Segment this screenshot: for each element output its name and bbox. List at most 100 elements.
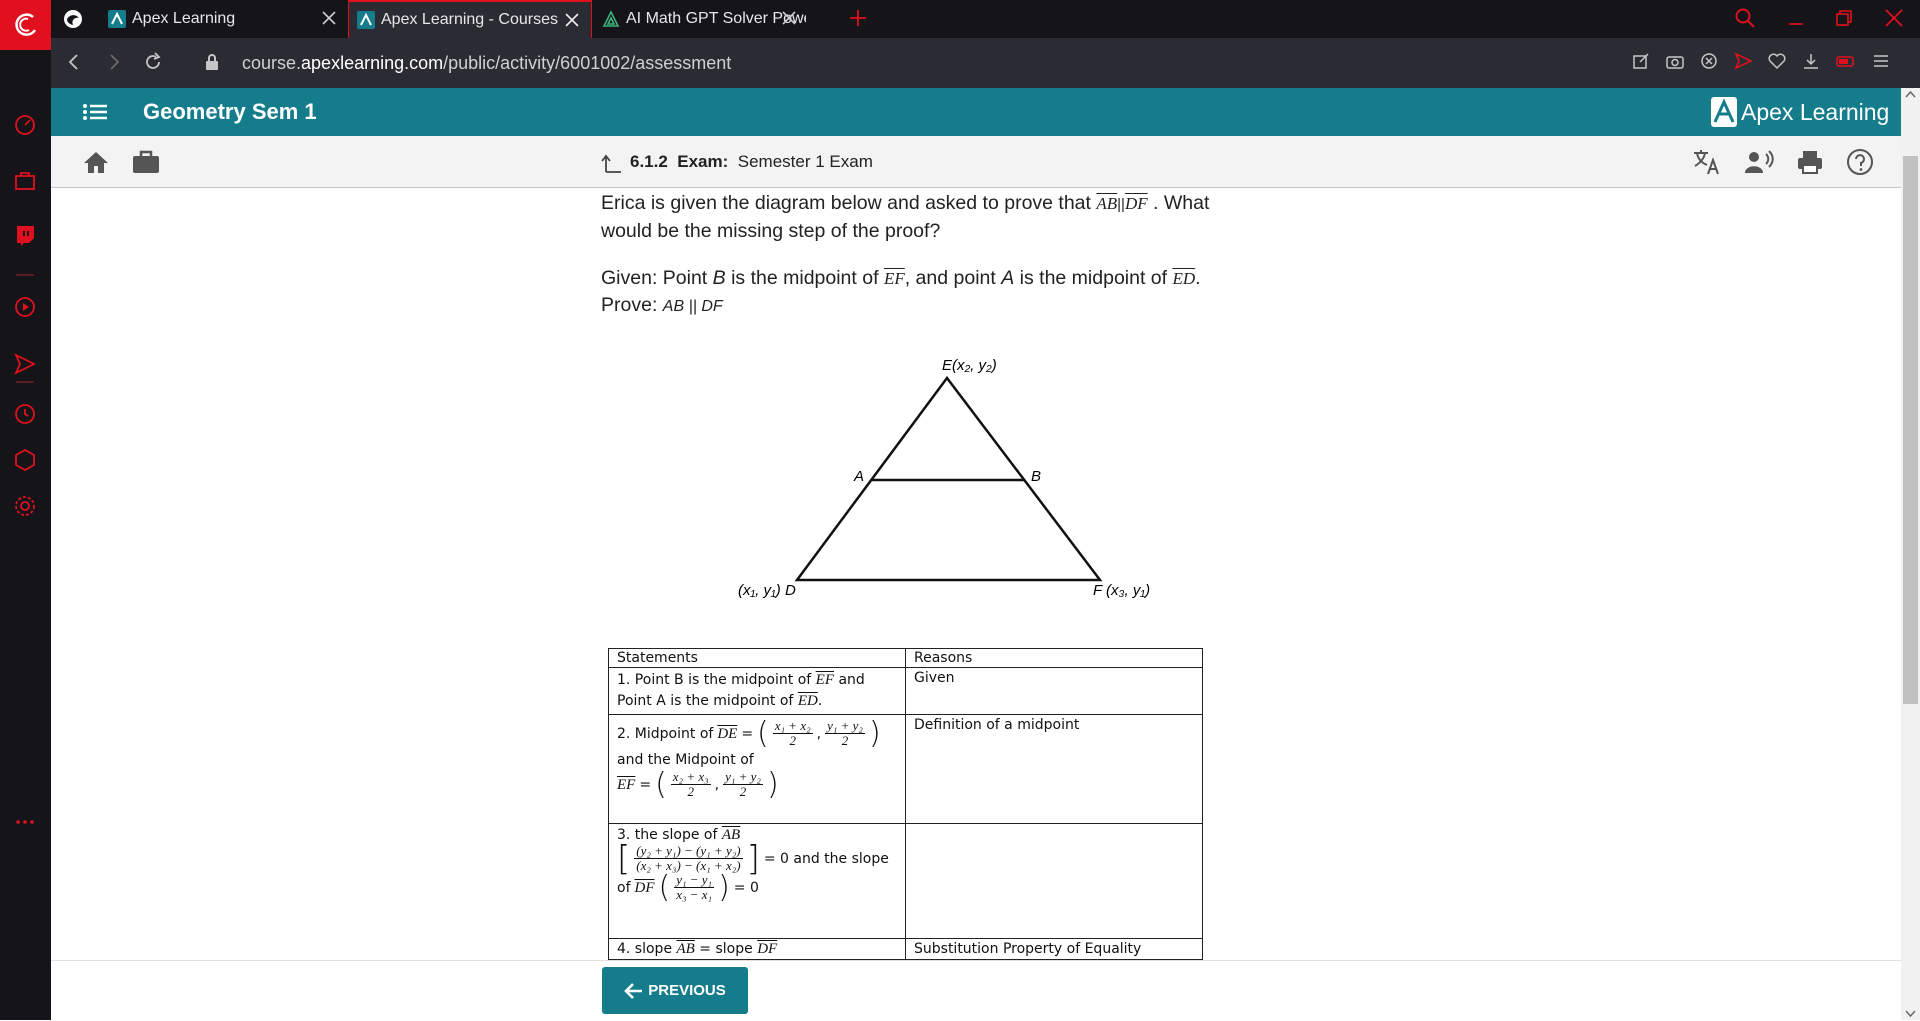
close-tab-icon[interactable] [320, 9, 338, 27]
up-level-icon[interactable] [600, 152, 622, 174]
speed-dial-icon[interactable] [13, 113, 37, 137]
midpoint-ef: EF = ( x₂ + x₃ 2, y₁ + y₂ 2 ) [617, 766, 779, 802]
statement-text: = slope [699, 941, 753, 957]
statement-text: = 0 and the slope [763, 850, 889, 867]
bracket-open: [ [617, 838, 631, 879]
opera-icon [14, 13, 36, 36]
close-tab-icon[interactable] [780, 9, 798, 27]
snap-icon[interactable] [1632, 52, 1650, 70]
more-icon[interactable] [13, 810, 37, 834]
table-row: 3. the slope of AB [ (y₂ + y₁) − (y₁ + y… [608, 823, 1203, 939]
search-tabs-button[interactable] [1734, 7, 1756, 34]
denominator: 2 [789, 733, 796, 748]
heart-icon[interactable] [1768, 52, 1786, 70]
denominator: 2 [841, 733, 849, 748]
url-path: /public/activity/6001002/assessment [443, 53, 732, 73]
paren-close: ) [868, 715, 881, 751]
scrollbar-thumb[interactable] [1903, 156, 1918, 704]
tab-apex-learning-courses[interactable]: Apex Learning - Courses [348, 0, 592, 38]
close-tab-icon[interactable] [563, 11, 581, 29]
apex-favicon-icon [357, 11, 375, 29]
tab-label: AI Math GPT Solver Powere [626, 10, 806, 27]
workspace-icon[interactable] [62, 8, 84, 30]
restore-button[interactable] [1834, 8, 1854, 33]
url-field[interactable]: course.apexlearning.com/public/activity/… [242, 38, 731, 88]
statement-text: and [838, 672, 865, 688]
statement-text: = 0 [733, 879, 759, 896]
settings-gear-icon[interactable] [13, 494, 37, 518]
sidebar-divider [16, 381, 34, 383]
denominator: 2 [739, 784, 747, 799]
print-icon[interactable] [1796, 149, 1824, 175]
label-a: A [853, 468, 864, 485]
opera-logo[interactable] [0, 0, 51, 50]
new-tab-button[interactable] [848, 8, 868, 28]
shopping-icon[interactable] [13, 168, 37, 192]
apex-learning-logo[interactable]: Apex Learning [1710, 95, 1889, 129]
statement-text: 3. the slope of [617, 827, 718, 843]
scroll-down-icon[interactable] [1901, 1006, 1920, 1020]
course-menu-button[interactable] [82, 101, 108, 128]
backpack-button[interactable] [132, 150, 160, 179]
statement-cell: 2. Midpoint of DE = ( x₁ + x₂ 2, y₁ + y₂ 2 … [608, 714, 906, 824]
activity-toolbar [51, 136, 1901, 188]
point-b: B [712, 267, 726, 289]
previous-button[interactable]: PREVIOUS [602, 967, 748, 1014]
reload-icon [146, 52, 161, 69]
question-footer [51, 960, 1901, 1021]
extensions-icon[interactable] [13, 448, 37, 472]
paren-close: ) [766, 766, 779, 802]
close-window-button[interactable] [1884, 8, 1904, 33]
twitch-icon[interactable] [13, 223, 37, 247]
triangle-diagram: E(x₂, y₂) A B (x₁, y₁) D F (x₃, y₁) [738, 357, 1150, 599]
proof-table: Statements Reasons 1. Point B is the mid… [608, 648, 1203, 989]
forward-button[interactable] [104, 52, 124, 77]
statement-cell: 4. slope AB = slope DF [608, 938, 906, 960]
fraction: y₁ + y₂ 2 [825, 719, 865, 748]
fraction: x₂ + x₃ 2 [670, 770, 711, 799]
course-title: Geometry Sem 1 [143, 99, 317, 124]
segment-ed: ED [797, 693, 818, 709]
given-text: . [1195, 267, 1201, 289]
statement-text: 2. Midpoint of [617, 725, 714, 742]
given-text: Given: Point [601, 267, 708, 289]
label-f: F (x₃, y₁) [1093, 582, 1150, 599]
segment-ab: AB [676, 941, 695, 957]
send-icon[interactable] [1734, 52, 1752, 70]
back-button[interactable] [64, 52, 84, 77]
tab-apex-learning[interactable]: Apex Learning [100, 0, 348, 38]
numerator: y₁ + y₂ [825, 718, 865, 734]
player-icon[interactable] [13, 295, 37, 319]
help-icon[interactable] [1846, 148, 1874, 176]
midpoint-de: 2. Midpoint of DE = ( x₁ + x₂ 2, y₁ + y₂ 2 … [617, 715, 881, 751]
segment-df: DF [1124, 194, 1148, 213]
flow-icon[interactable] [13, 352, 37, 376]
easy-setup-icon[interactable] [1872, 52, 1890, 70]
translate-icon[interactable] [1692, 148, 1722, 176]
reload-button[interactable] [143, 52, 163, 77]
minimize-button[interactable] [1786, 8, 1806, 33]
home-icon [84, 152, 108, 173]
lock-icon[interactable] [204, 53, 220, 76]
paren-open: ( [655, 766, 667, 802]
table-row: 4. slope AB = slope DF Substitution Prop… [608, 938, 1203, 960]
text-to-speech-icon[interactable] [1744, 148, 1774, 176]
previous-label: PREVIOUS [648, 982, 726, 999]
camera-icon[interactable] [1666, 52, 1684, 70]
scroll-up-icon[interactable] [1901, 88, 1920, 102]
browser-sidebar [0, 50, 51, 1020]
download-icon[interactable] [1802, 52, 1820, 70]
apex-logo-icon [1711, 97, 1737, 127]
denominator: 2 [687, 784, 694, 799]
tab-label: Apex Learning - Courses [381, 11, 558, 28]
numerator: y₁ + y₂ [723, 769, 763, 785]
segment-de: DE [717, 725, 738, 742]
tab-ai-math-gpt[interactable]: AI Math GPT Solver Powere [594, 0, 834, 38]
battery-icon[interactable] [1836, 52, 1856, 70]
numerator: x₁ + x₂ [772, 718, 813, 734]
home-button[interactable] [83, 150, 109, 179]
history-icon[interactable] [13, 402, 37, 426]
segment-df: DF [757, 941, 778, 957]
adblock-icon[interactable] [1700, 52, 1718, 70]
fraction: y₁ − y₁ x₃ − x₁ [674, 873, 715, 902]
